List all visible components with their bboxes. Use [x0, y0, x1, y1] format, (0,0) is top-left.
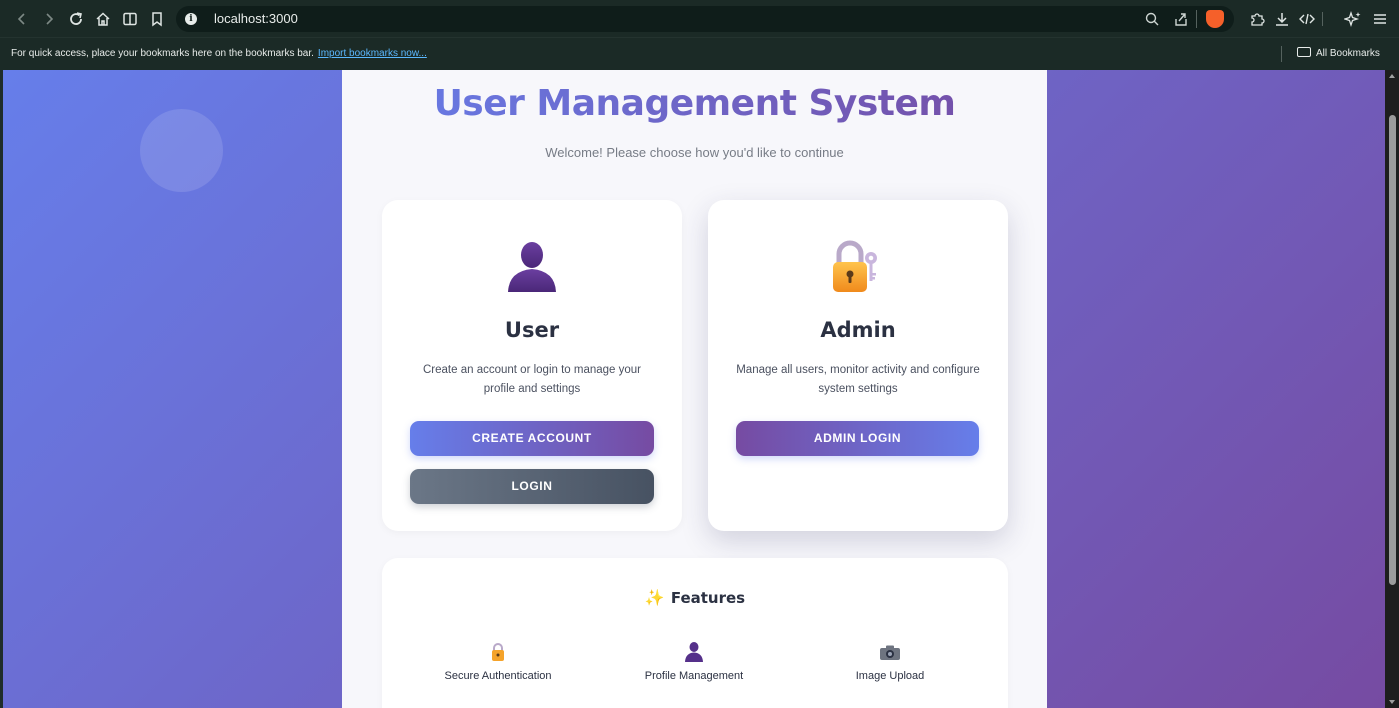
- user-card: User Create an account or login to manag…: [382, 200, 682, 531]
- page-title: User Management System: [342, 83, 1047, 124]
- all-bookmarks-button[interactable]: All Bookmarks: [1297, 47, 1380, 59]
- address-bar[interactable]: i localhost:3000: [176, 6, 1234, 32]
- leo-ai-icon[interactable]: [1342, 10, 1362, 28]
- url-text[interactable]: localhost:3000: [214, 11, 298, 26]
- back-icon[interactable]: [13, 10, 31, 28]
- feature-item: Secure Authentication: [408, 640, 588, 682]
- download-icon[interactable]: [1273, 10, 1291, 28]
- folder-icon: [1297, 47, 1311, 57]
- brave-shield-icon[interactable]: [1206, 10, 1224, 28]
- scroll-up-arrow-icon[interactable]: [1389, 74, 1395, 78]
- address-divider: [1196, 10, 1197, 28]
- reload-icon[interactable]: [67, 10, 85, 28]
- page-scrollbar[interactable]: [1385, 70, 1399, 708]
- person-icon: [604, 640, 784, 664]
- user-card-title: User: [504, 318, 560, 342]
- features-heading: ✨ Features: [382, 588, 1008, 607]
- feature-label: Profile Management: [644, 670, 744, 682]
- scroll-down-arrow-icon[interactable]: [1389, 700, 1395, 704]
- features-title: Features: [670, 589, 746, 607]
- share-icon[interactable]: [1173, 11, 1189, 31]
- login-button[interactable]: LOGIN: [410, 469, 654, 504]
- feature-item: Profile Management: [604, 640, 784, 682]
- bookmarks-bar: For quick access, place your bookmarks h…: [0, 37, 1399, 70]
- main-container: User Management System Welcome! Please c…: [342, 70, 1047, 708]
- bookmarks-divider: [1281, 46, 1282, 62]
- lock-with-key-icon: [708, 238, 1008, 294]
- menu-icon[interactable]: [1371, 10, 1389, 28]
- decorative-bubble: [140, 109, 223, 192]
- camera-icon: [800, 640, 980, 664]
- admin-card: Admin Manage all users, monitor activity…: [708, 200, 1008, 531]
- devtools-icon[interactable]: [1298, 10, 1316, 28]
- bookmark-icon[interactable]: [148, 10, 166, 28]
- features-panel: ✨ Features Secure Authentication Profile…: [382, 558, 1008, 708]
- admin-login-button[interactable]: ADMIN LOGIN: [736, 421, 979, 456]
- feature-item: Image Upload: [800, 640, 980, 682]
- user-card-description: Create an account or login to manage you…: [423, 364, 641, 395]
- bookmarks-message-text: For quick access, place your bookmarks h…: [11, 48, 314, 59]
- create-account-button[interactable]: CREATE ACCOUNT: [410, 421, 654, 456]
- page-subtitle: Welcome! Please choose how you'd like to…: [545, 145, 844, 160]
- home-icon[interactable]: [94, 10, 112, 28]
- feature-label: Image Upload: [855, 670, 925, 682]
- admin-card-description: Manage all users, monitor activity and c…: [736, 364, 980, 395]
- feature-label: Secure Authentication: [444, 670, 552, 682]
- site-info-icon[interactable]: i: [185, 13, 197, 25]
- zoom-icon[interactable]: [1144, 11, 1160, 31]
- sidebar-icon[interactable]: [121, 10, 139, 28]
- person-icon: [382, 238, 682, 294]
- import-bookmarks-link[interactable]: Import bookmarks now...: [318, 48, 427, 59]
- page-viewport: User Management System Welcome! Please c…: [3, 70, 1385, 708]
- admin-card-title: Admin: [820, 318, 896, 342]
- sparkles-icon: ✨: [644, 588, 665, 607]
- forward-icon[interactable]: [40, 10, 58, 28]
- scrollbar-thumb[interactable]: [1389, 115, 1396, 585]
- lock-icon: [408, 640, 588, 664]
- browser-toolbar: i localhost:3000: [0, 0, 1399, 37]
- bookmarks-message: For quick access, place your bookmarks h…: [11, 48, 427, 59]
- toolbar-divider: [1322, 12, 1323, 26]
- extensions-icon[interactable]: [1248, 10, 1266, 28]
- all-bookmarks-label: All Bookmarks: [1316, 48, 1380, 59]
